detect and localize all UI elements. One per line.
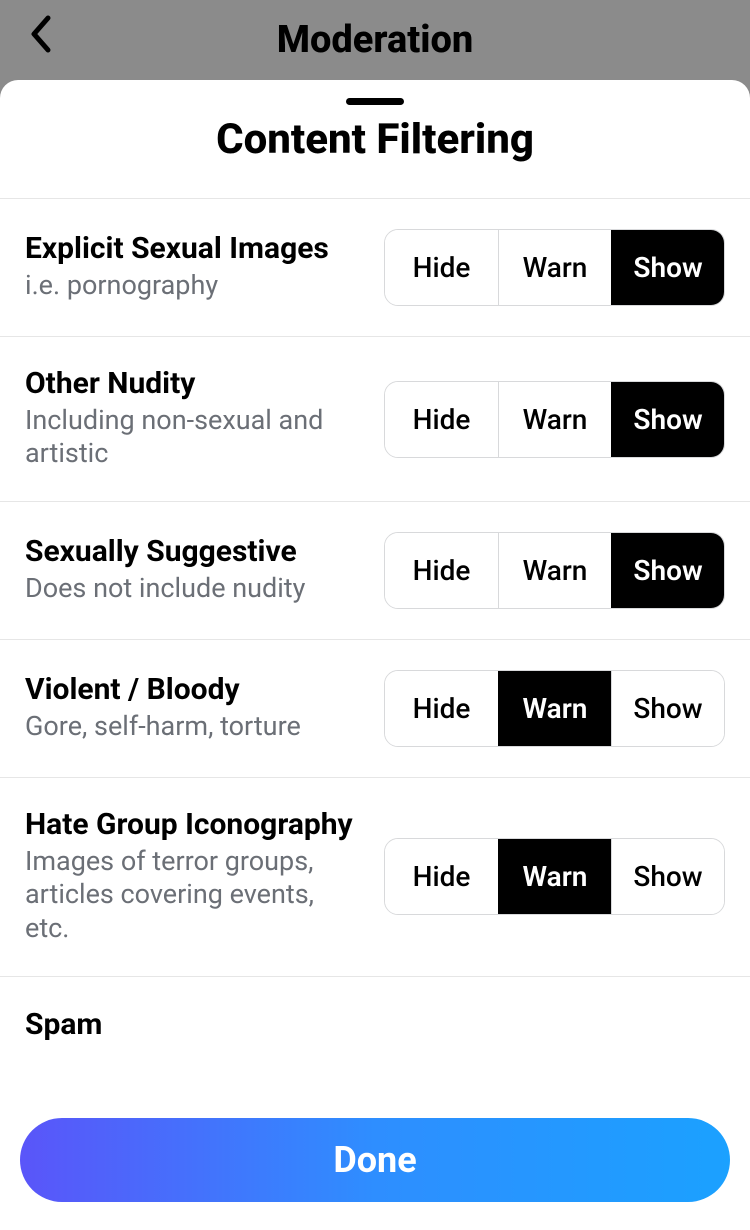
segment-hide[interactable]: Hide [385, 839, 498, 914]
filter-title: Sexually Suggestive [25, 535, 364, 570]
sheet-title: Content Filtering [0, 115, 750, 164]
segment-show[interactable]: Show [611, 382, 724, 457]
filters-list: Explicit Sexual Images i.e. pornography … [0, 198, 750, 1104]
content-filtering-sheet: Content Filtering Explicit Sexual Images… [0, 80, 750, 1230]
filter-segmented-control: Hide Warn Show [384, 229, 725, 306]
filter-title: Explicit Sexual Images [25, 232, 364, 267]
filter-segmented-control: Hide Warn Show [384, 381, 725, 458]
filter-text: Hate Group Iconography Images of terror … [25, 808, 364, 946]
filter-row-hate-group: Hate Group Iconography Images of terror … [0, 778, 750, 977]
filter-row-sexually-suggestive: Sexually Suggestive Does not include nud… [0, 502, 750, 640]
filter-row-explicit-sexual: Explicit Sexual Images i.e. pornography … [0, 199, 750, 337]
segment-hide[interactable]: Hide [385, 671, 498, 746]
filter-desc: Including non-sexual and artistic [25, 404, 364, 472]
done-button[interactable]: Done [20, 1118, 730, 1202]
segment-hide[interactable]: Hide [385, 230, 498, 305]
filter-segmented-control: Hide Warn Show [384, 670, 725, 747]
segment-show[interactable]: Show [611, 533, 724, 608]
segment-hide[interactable]: Hide [385, 533, 498, 608]
filter-row-partial: Spam [0, 977, 750, 1042]
filter-title: Violent / Bloody [25, 673, 364, 708]
back-chevron-icon [28, 14, 54, 54]
segment-warn[interactable]: Warn [498, 230, 611, 305]
filter-segmented-control: Hide Warn Show [384, 838, 725, 915]
segment-show[interactable]: Show [611, 671, 724, 746]
filter-text: Other Nudity Including non-sexual and ar… [25, 367, 364, 471]
sheet-footer: Done [0, 1104, 750, 1230]
filter-desc: Does not include nudity [25, 572, 364, 606]
filter-text: Sexually Suggestive Does not include nud… [25, 535, 364, 605]
filter-desc: Images of terror groups, articles coveri… [25, 845, 364, 946]
segment-warn[interactable]: Warn [498, 533, 611, 608]
filter-row-violent-bloody: Violent / Bloody Gore, self-harm, tortur… [0, 640, 750, 778]
filter-text: Violent / Bloody Gore, self-harm, tortur… [25, 673, 364, 743]
segment-warn[interactable]: Warn [498, 382, 611, 457]
segment-show[interactable]: Show [611, 230, 724, 305]
filter-title: Spam [25, 1007, 725, 1042]
filter-desc: i.e. pornography [25, 269, 364, 303]
filter-segmented-control: Hide Warn Show [384, 532, 725, 609]
back-button[interactable] [28, 14, 54, 58]
filter-title: Hate Group Iconography [25, 808, 364, 843]
page-title: Moderation [277, 18, 474, 62]
filter-row-other-nudity: Other Nudity Including non-sexual and ar… [0, 337, 750, 502]
filter-title: Other Nudity [25, 367, 364, 402]
segment-warn[interactable]: Warn [498, 671, 611, 746]
segment-hide[interactable]: Hide [385, 382, 498, 457]
filter-desc: Gore, self-harm, torture [25, 710, 364, 744]
sheet-grabber[interactable] [346, 98, 404, 105]
segment-warn[interactable]: Warn [498, 839, 611, 914]
filter-text: Explicit Sexual Images i.e. pornography [25, 232, 364, 302]
segment-show[interactable]: Show [611, 839, 724, 914]
page-header: Moderation [0, 0, 750, 80]
